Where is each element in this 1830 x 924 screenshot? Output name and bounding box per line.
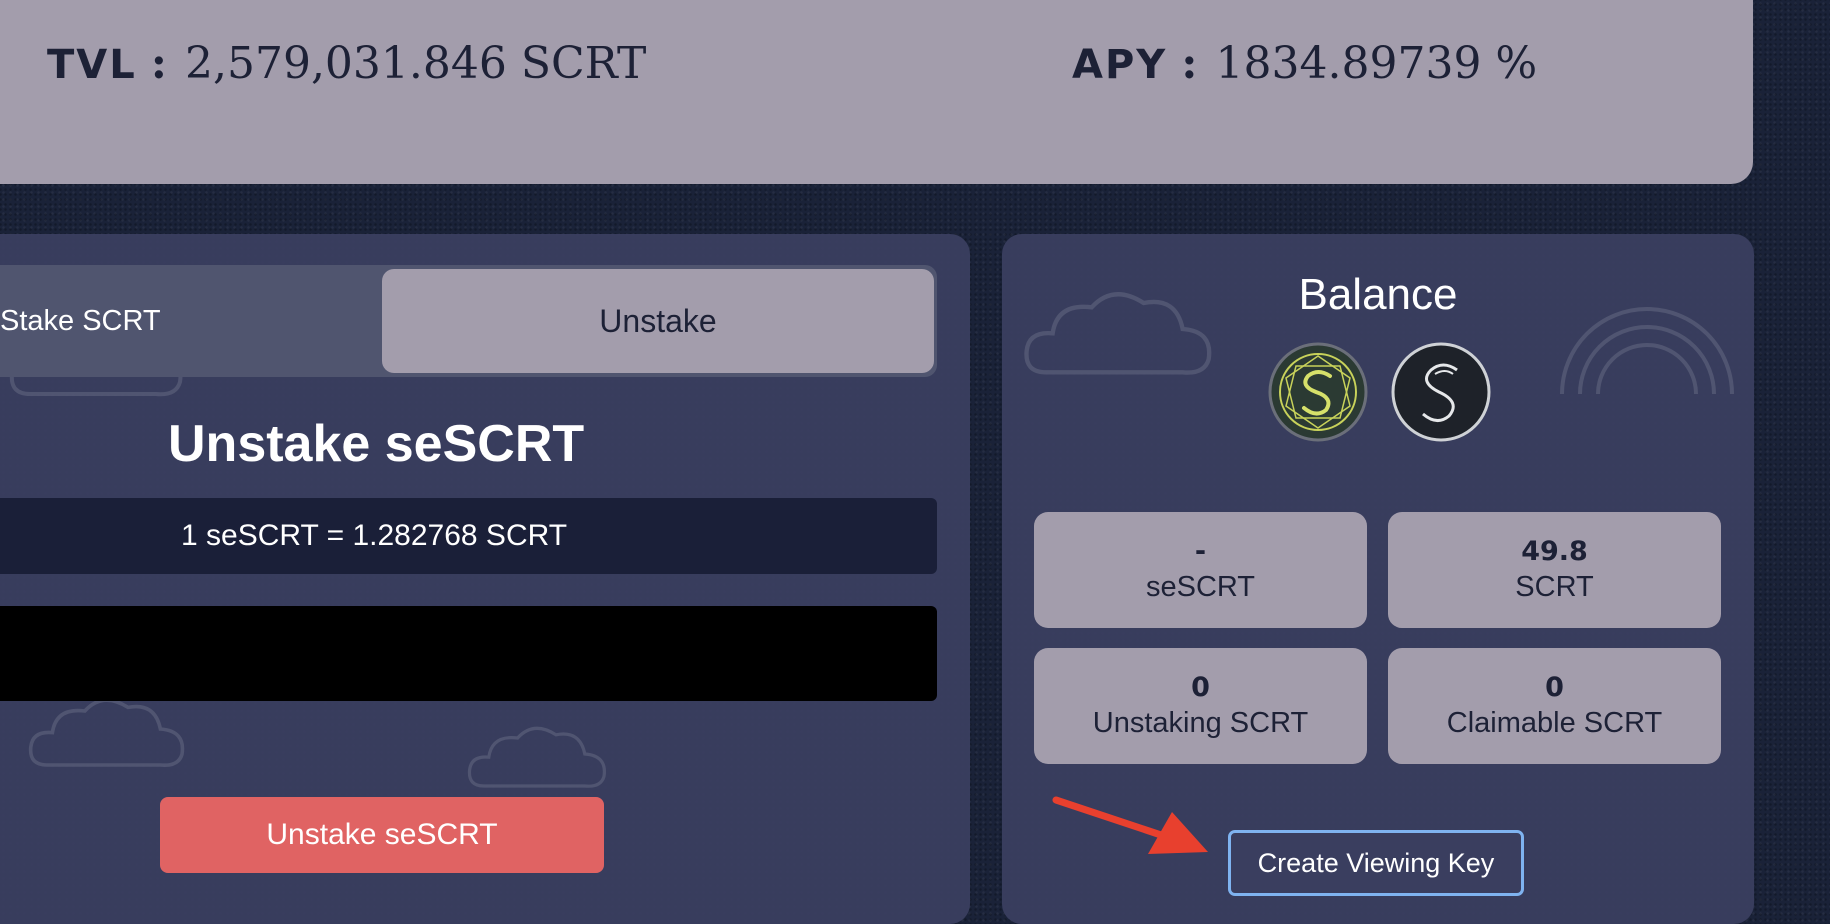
- balance-value: 0: [1191, 672, 1210, 703]
- balance-unit: Unstaking SCRT: [1092, 707, 1309, 739]
- create-viewing-key-button[interactable]: Create Viewing Key: [1228, 830, 1524, 896]
- sescrt-token-icon: [1268, 342, 1368, 442]
- stake-panel: Stake SCRT Unstake Unstake seSCRT 1 seSC…: [0, 234, 970, 924]
- tab-unstake-label: Unstake: [599, 302, 717, 339]
- balance-card-sescrt: - seSCRT: [1034, 512, 1367, 628]
- stats-banner: TVL:2,579,031.846 SCRT APY:1834.89739 %: [0, 0, 1753, 184]
- exchange-rate: 1 seSCRT = 1.282768 SCRT: [0, 498, 937, 574]
- balance-value: 49.8: [1521, 536, 1588, 567]
- tab-unstake[interactable]: Unstake: [382, 269, 934, 373]
- exchange-rate-text: 1 seSCRT = 1.282768 SCRT: [181, 519, 568, 552]
- unstake-amount-input[interactable]: [0, 606, 937, 701]
- balance-unit: Claimable SCRT: [1446, 707, 1663, 739]
- cloud-decoration-icon: [467, 726, 606, 788]
- balance-card-claimable: 0 Claimable SCRT: [1388, 648, 1721, 764]
- apy-label: APY: [1072, 42, 1168, 88]
- balance-value: -: [1194, 536, 1207, 567]
- tab-stake-scrt[interactable]: Stake SCRT: [0, 265, 170, 377]
- unstake-button[interactable]: Unstake seSCRT: [160, 797, 604, 873]
- balance-unit: seSCRT: [1145, 571, 1256, 603]
- tvl-value: 2,579,031.846 SCRT: [184, 38, 647, 89]
- apy-separator: :: [1181, 38, 1198, 89]
- balance-card-scrt: 49.8 SCRT: [1388, 512, 1721, 628]
- annotation-arrow-icon: [1052, 796, 1208, 854]
- unstake-title: Unstake seSCRT: [168, 415, 585, 473]
- apy-stat: APY:1834.89739 %: [1072, 38, 1537, 89]
- balance-value: 0: [1545, 672, 1564, 703]
- tab-bar: Stake SCRT Unstake: [0, 265, 937, 377]
- tvl-stat: TVL:2,579,031.846 SCRT: [47, 38, 646, 89]
- apy-value: 1834.89739 %: [1215, 38, 1538, 89]
- tab-stake-label: Stake SCRT: [0, 304, 161, 337]
- scrt-token-icon: [1391, 342, 1491, 442]
- tvl-label: TVL: [47, 42, 137, 88]
- balance-title: Balance: [1298, 270, 1458, 319]
- tvl-separator: :: [150, 38, 167, 89]
- balance-card-unstaking: 0 Unstaking SCRT: [1034, 648, 1367, 764]
- balance-unit: SCRT: [1515, 571, 1594, 603]
